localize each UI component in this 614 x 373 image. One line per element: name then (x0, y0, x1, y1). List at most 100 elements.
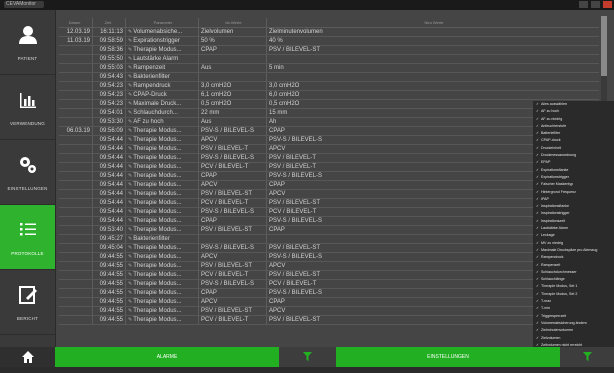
filter-option[interactable]: ✓ Falscher Maskentyp (533, 181, 614, 188)
alarme-filter-button[interactable] (279, 347, 336, 367)
sidebar-item-patient[interactable]: PATIENT (0, 10, 55, 75)
filter-option[interactable]: ✓ IPAP (533, 196, 614, 203)
table-row[interactable]: 09:54:44 ✎Therapie Modus... PSV / BILEVEL-… (59, 145, 599, 154)
table-row[interactable]: 09:53:30 ✎AF zu hoch Aus Ah (59, 118, 599, 127)
filter-option[interactable]: ✓ Volumenabsicherung ändern (533, 320, 614, 327)
table-row[interactable]: 09:54:44 ✎Therapie Modus... CPAP PSV-S / BI… (59, 172, 599, 181)
cell-datum (59, 271, 92, 279)
filter-option[interactable]: ✓ MV zu niedrig (533, 240, 614, 247)
filter-option[interactable]: ✓ AF zu hoch (533, 108, 614, 115)
filter-option[interactable]: ✓ Inspirationszeit (533, 218, 614, 225)
table-row[interactable]: 09:58:36 ✎Therapie Modus... CPAP PSV / BILE… (59, 46, 599, 55)
filter-option[interactable]: ✓ AF zu niedrig (533, 116, 614, 123)
table-row[interactable]: 09:54:44 ✎Therapie Modus... PSV / BILEVEL-… (59, 190, 599, 199)
check-icon: ✓ (536, 284, 540, 289)
filter-option[interactable]: ✓ Expirationstrigger (533, 174, 614, 181)
table-row[interactable]: 09:54:01 ✎Schlauchdurch... 22 mm 15 mm (59, 109, 599, 118)
cell-ist-wert: PSV / BILEVEL-ST (198, 262, 266, 270)
filter-option[interactable]: ✓ Alles auswählen (533, 101, 614, 108)
table-row[interactable]: 09:54:23 ✎Maximale Druck... 0,5 cmH2O 0,5 c… (59, 100, 599, 109)
filter-option[interactable]: ✓ Anfeuchterstufe (533, 123, 614, 130)
cell-neu-wert: 3,0 cmH2O (266, 82, 599, 90)
table-row[interactable]: 09:45:04 ✎Therapie Modus... PSV-S / BILEVE… (59, 244, 599, 253)
scrollbar-thumb[interactable] (601, 16, 607, 76)
cell-zeit: 09:54:23 (92, 100, 125, 108)
maximize-button[interactable] (591, 1, 600, 8)
filter-option[interactable]: ✓ Hintergrund Frequenz (533, 189, 614, 196)
table-row[interactable]: 09:54:44 ✎Therapie Modus... PSV-S / BILEVE… (59, 154, 599, 163)
table-body: 12.03.19 16:11:13 ✎Volumenabsiche... Zielvo… (59, 28, 599, 325)
filter-option[interactable]: ✓ Druckmessanordnung (533, 152, 614, 159)
table-row[interactable]: 09:54:43 ✎Bakterienfilter (59, 73, 599, 82)
minimize-button[interactable] (579, 1, 588, 8)
filter-option[interactable]: ✓ T-min (533, 305, 614, 312)
table-row[interactable]: 09:54:44 ✎Therapie Modus... PCV / BILEVEL-… (59, 199, 599, 208)
filter-option[interactable]: ✓ Batteriefilter (533, 130, 614, 137)
table-row[interactable]: 06.03.19 09:56:09 ✎Therapie Modus... PSV-S … (59, 127, 599, 136)
table-row[interactable]: 09:55:50 ✎Lautstärke Alarm (59, 55, 599, 64)
table-row[interactable]: 09:45:27 ✎Bakterienfilter (59, 235, 599, 244)
filter-option[interactable]: ✓ EPAP (533, 159, 614, 166)
filter-option[interactable]: ✓ Zielvolumen (533, 335, 614, 342)
filter-option[interactable]: ✓ Lautstärke Alarm (533, 225, 614, 232)
table-row[interactable]: 09:44:55 ✎Therapie Modus... PSV / BILEVEL-… (59, 307, 599, 316)
table-row[interactable]: 12.03.19 16:11:13 ✎Volumenabsiche... Zielvo… (59, 28, 599, 37)
cell-datum (59, 226, 92, 234)
table-row[interactable]: 09:54:44 ✎Therapie Modus... CPAP PSV-S / BI… (59, 217, 599, 226)
table-row[interactable]: 09:44:55 ✎Therapie Modus... CPAP PSV-S / BI… (59, 289, 599, 298)
pencil-icon: ✎ (128, 191, 133, 197)
table-row[interactable]: 09:44:55 ✎Therapie Modus... APCV CPAP (59, 298, 599, 307)
cell-parameter: ✎Therapie Modus... (125, 298, 198, 306)
sidebar-item-verwendung[interactable]: VERWENDUNG (0, 75, 55, 140)
pencil-icon: ✎ (128, 164, 133, 170)
header-datum[interactable]: Datum (59, 18, 92, 27)
table-row[interactable]: 09:44:55 ✎Therapie Modus... APCV PSV-S / BI… (59, 253, 599, 262)
einstellungen-button[interactable]: EINSTELLUNGEN (336, 347, 560, 367)
table-row[interactable]: 09:44:55 ✎Therapie Modus... PSV / BILEVEL-… (59, 262, 599, 271)
filter-option[interactable]: ✓ Expirationsflanke (533, 167, 614, 174)
table-row[interactable]: 09:54:44 ✎Therapie Modus... PCV / BILEVEL-… (59, 163, 599, 172)
parameter-text: Therapie Modus... (133, 317, 182, 323)
table-row[interactable]: 09:54:44 ✎Therapie Modus... PSV-S / BILEVE… (59, 208, 599, 217)
table-row[interactable]: 09:44:55 ✎Therapie Modus... PCV / BILEVEL-… (59, 316, 599, 325)
filter-option[interactable]: ✓ Triggersperrzeit (533, 313, 614, 320)
alarme-button[interactable]: ALARME (55, 347, 279, 367)
filter-option[interactable]: ✓ Schlauchdurchmesser (533, 269, 614, 276)
filter-option[interactable]: ✓ Inspirationstrigger (533, 210, 614, 217)
table-row[interactable]: 09:54:23 ✎CPAP-Druck 6,1 cmH2O 6,0 cmH2O (59, 91, 599, 100)
filter-option[interactable]: ✓ Therapie Modus, Set 2 (533, 291, 614, 298)
sidebar-item-protokolle[interactable]: PROTOKOLLE (0, 205, 55, 270)
einstellungen-filter-button[interactable] (560, 347, 614, 367)
table-row[interactable]: 09:54:44 ✎Therapie Modus... APCV PSV-S / BI… (59, 136, 599, 145)
close-button[interactable] (603, 1, 612, 8)
filter-option[interactable]: ✓ Maximale Druckspitze pro Atemzug (533, 247, 614, 254)
filter-option[interactable]: ✓ Rampendruck (533, 254, 614, 261)
filter-option[interactable]: ✓ CPAP-druck (533, 137, 614, 144)
filter-option[interactable]: ✓ Druckeinheit (533, 145, 614, 152)
pencil-icon: ✎ (128, 47, 133, 53)
cell-datum (59, 100, 92, 108)
home-button[interactable] (0, 347, 55, 367)
header-ist-werte[interactable]: Ist-Werte (198, 18, 266, 27)
filter-option[interactable]: ✓ Zielminutenvolumen (533, 327, 614, 334)
parameter-text: Bakterienfilter (133, 74, 170, 80)
filter-option[interactable]: ✓ Schlauchlänge (533, 276, 614, 283)
table-row[interactable]: 09:55:03 ✎Rampenzeit Aus 5 min (59, 64, 599, 73)
check-icon: ✓ (536, 320, 540, 325)
header-neu-werte[interactable]: Neu Werte (266, 18, 599, 27)
filter-option[interactable]: ✓ Leckage (533, 232, 614, 239)
table-row[interactable]: 09:54:23 ✎Rampendruck 3,0 cmH2O 3,0 cmH2O (59, 82, 599, 91)
filter-option[interactable]: ✓ Therapie Modus, Set 1 (533, 283, 614, 290)
filter-option[interactable]: ✓ Inspirationsflanke (533, 203, 614, 210)
table-row[interactable]: 09:54:44 ✎Therapie Modus... APCV CPAP (59, 181, 599, 190)
table-row[interactable]: 11.03.19 09:58:59 ✎Expirationstrigger 50 % 4… (59, 37, 599, 46)
filter-option[interactable]: ✓ T-max (533, 298, 614, 305)
table-row[interactable]: 09:44:55 ✎Therapie Modus... PSV-S / BILEVE… (59, 280, 599, 289)
sidebar-item-einstellungen[interactable]: EINSTELLUNGEN (0, 140, 55, 205)
table-row[interactable]: 09:53:40 ✎Therapie Modus... PSV / BILEVEL-… (59, 226, 599, 235)
header-parameter[interactable]: Parameter (125, 18, 198, 27)
table-row[interactable]: 09:44:55 ✎Therapie Modus... PCV / BILEVEL-… (59, 271, 599, 280)
sidebar-item-bericht[interactable]: BERICHT (0, 270, 55, 335)
filter-option[interactable]: ✓ Rampenzeit (533, 262, 614, 269)
header-zeit[interactable]: Zeit (92, 18, 125, 27)
